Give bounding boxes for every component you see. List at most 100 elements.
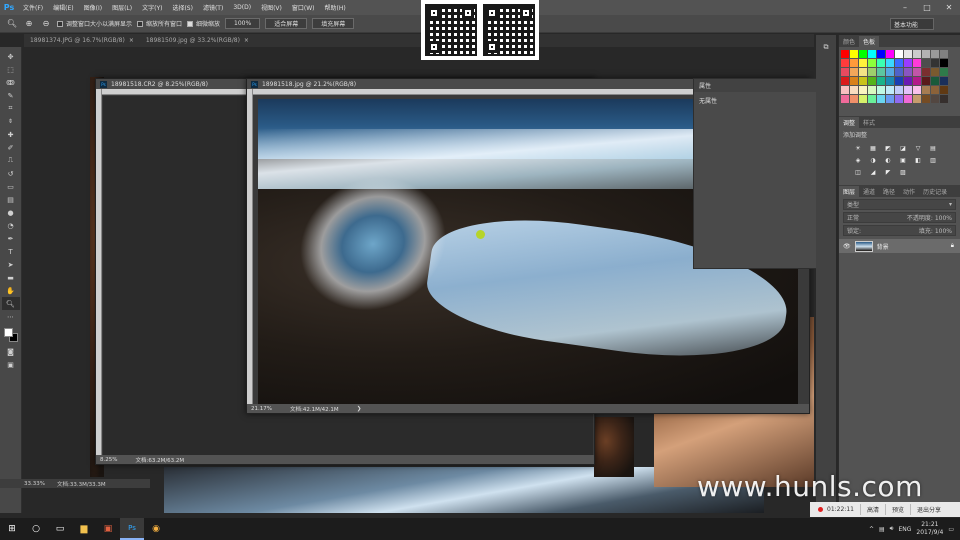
- swatch[interactable]: [895, 95, 903, 103]
- swatch[interactable]: [922, 50, 930, 58]
- visibility-eye-icon[interactable]: 👁: [843, 243, 851, 250]
- swatch[interactable]: [877, 95, 885, 103]
- swatch[interactable]: [850, 86, 858, 94]
- swatch[interactable]: [931, 59, 939, 67]
- blend-mode-select[interactable]: 正常 不透明度: 100%: [843, 212, 956, 223]
- zoom-in-icon[interactable]: ⊕: [23, 18, 35, 30]
- swatch[interactable]: [913, 95, 921, 103]
- swatch[interactable]: [940, 86, 948, 94]
- swatch[interactable]: [868, 86, 876, 94]
- swatch[interactable]: [859, 95, 867, 103]
- search-icon[interactable]: ○: [24, 518, 48, 540]
- swatch[interactable]: [886, 77, 894, 85]
- swatch[interactable]: [895, 77, 903, 85]
- browser-icon[interactable]: ◉: [144, 518, 168, 540]
- adjustment-icon[interactable]: ▥: [928, 156, 938, 164]
- fill-screen-button[interactable]: 填充屏幕: [312, 18, 355, 29]
- minimize-button[interactable]: –: [894, 0, 916, 15]
- swatch[interactable]: [895, 50, 903, 58]
- zoom-out-icon[interactable]: ⊖: [40, 18, 52, 30]
- swatch[interactable]: [922, 68, 930, 76]
- eraser-tool-icon[interactable]: ▭: [2, 180, 20, 193]
- stamp-tool-icon[interactable]: ⎍: [2, 154, 20, 167]
- foreground-color[interactable]: [3, 328, 13, 337]
- menu-image[interactable]: 图像(I): [79, 3, 107, 12]
- tray-chevron-icon[interactable]: ^: [869, 526, 874, 533]
- menu-window[interactable]: 窗口(W): [287, 3, 320, 12]
- layer-row[interactable]: 👁 背景 🔒︎: [839, 239, 960, 253]
- swatch[interactable]: [886, 59, 894, 67]
- adjustment-icon[interactable]: ◧: [913, 156, 923, 164]
- swatch[interactable]: [877, 50, 885, 58]
- swatch[interactable]: [841, 68, 849, 76]
- adjustment-icon[interactable]: ▣: [898, 156, 908, 164]
- swatch[interactable]: [859, 59, 867, 67]
- input-language[interactable]: ENG: [898, 526, 911, 533]
- swatch[interactable]: [931, 50, 939, 58]
- swatch[interactable]: [931, 95, 939, 103]
- swatch[interactable]: [850, 50, 858, 58]
- swatch[interactable]: [904, 95, 912, 103]
- zoom-all-windows-checkbox[interactable]: 缩放所有窗口: [137, 19, 182, 28]
- swatch[interactable]: [922, 77, 930, 85]
- collapsed-panel-icon[interactable]: ⧉: [816, 41, 836, 54]
- layer-kind-filter[interactable]: 类型 ▾: [843, 199, 956, 210]
- type-tool-icon[interactable]: T: [2, 245, 20, 258]
- exit-share-button[interactable]: 退出分享: [909, 504, 947, 515]
- menu-file[interactable]: 文件(F): [18, 3, 48, 12]
- swatch[interactable]: [913, 68, 921, 76]
- app-icon[interactable]: ▣: [96, 518, 120, 540]
- swatch[interactable]: [895, 68, 903, 76]
- preview-button[interactable]: 预览: [884, 504, 910, 515]
- swatch[interactable]: [913, 50, 921, 58]
- dodge-tool-icon[interactable]: ◔: [2, 219, 20, 232]
- maximize-button[interactable]: □: [916, 0, 938, 15]
- marquee-tool-icon[interactable]: ⬚: [2, 63, 20, 76]
- lasso-tool-icon[interactable]: ↂ: [2, 76, 20, 89]
- swatch[interactable]: [913, 59, 921, 67]
- menu-help[interactable]: 帮助(H): [320, 3, 351, 12]
- swatch[interactable]: [904, 68, 912, 76]
- doc-tab[interactable]: 18981509.jpg @ 33.2%(RGB/8) ×: [140, 34, 255, 47]
- swatch[interactable]: [841, 86, 849, 94]
- swatch[interactable]: [922, 86, 930, 94]
- adjustment-icon[interactable]: ◫: [853, 168, 863, 176]
- swatch[interactable]: [895, 86, 903, 94]
- swatch[interactable]: [877, 59, 885, 67]
- menu-filter[interactable]: 滤镜(T): [198, 3, 228, 12]
- adjustment-icon[interactable]: ▦: [868, 144, 878, 152]
- swatch[interactable]: [886, 50, 894, 58]
- clock[interactable]: 21:21 2017/9/4: [916, 521, 943, 537]
- quality-button[interactable]: 高清: [859, 504, 885, 515]
- swatch[interactable]: [886, 68, 894, 76]
- swatch[interactable]: [904, 77, 912, 85]
- adjustment-icon[interactable]: ▨: [898, 168, 908, 176]
- eyedropper-tool-icon[interactable]: ⌽: [2, 115, 20, 128]
- swatch[interactable]: [904, 59, 912, 67]
- workspace-select[interactable]: 基本功能: [890, 18, 934, 30]
- swatch[interactable]: [940, 59, 948, 67]
- swatch[interactable]: [850, 68, 858, 76]
- swatch[interactable]: [922, 59, 930, 67]
- close-tab-icon[interactable]: ×: [244, 37, 249, 44]
- swatch[interactable]: [850, 95, 858, 103]
- menu-3d[interactable]: 3D(D): [228, 4, 256, 11]
- swatch[interactable]: [877, 86, 885, 94]
- swatch[interactable]: [841, 95, 849, 103]
- zoom-tool-icon[interactable]: 🔍︎: [1, 297, 20, 310]
- swatch[interactable]: [940, 95, 948, 103]
- path-select-tool-icon[interactable]: ➤: [2, 258, 20, 271]
- close-button[interactable]: ✕: [938, 0, 960, 15]
- healing-tool-icon[interactable]: ✚: [2, 128, 20, 141]
- start-icon[interactable]: ⊞: [0, 518, 24, 540]
- swatch[interactable]: [859, 68, 867, 76]
- hand-tool-icon[interactable]: ✋: [2, 284, 20, 297]
- tab-channels[interactable]: 通道: [859, 186, 879, 197]
- tab-swatches[interactable]: 色板: [859, 36, 880, 47]
- crop-tool-icon[interactable]: ⌗: [2, 102, 20, 115]
- fit-screen-button[interactable]: 适合屏幕: [265, 18, 308, 29]
- swatch[interactable]: [904, 50, 912, 58]
- swatch[interactable]: [904, 86, 912, 94]
- adjustment-icon[interactable]: ◩: [883, 144, 893, 152]
- menu-layer[interactable]: 图层(L): [107, 3, 137, 12]
